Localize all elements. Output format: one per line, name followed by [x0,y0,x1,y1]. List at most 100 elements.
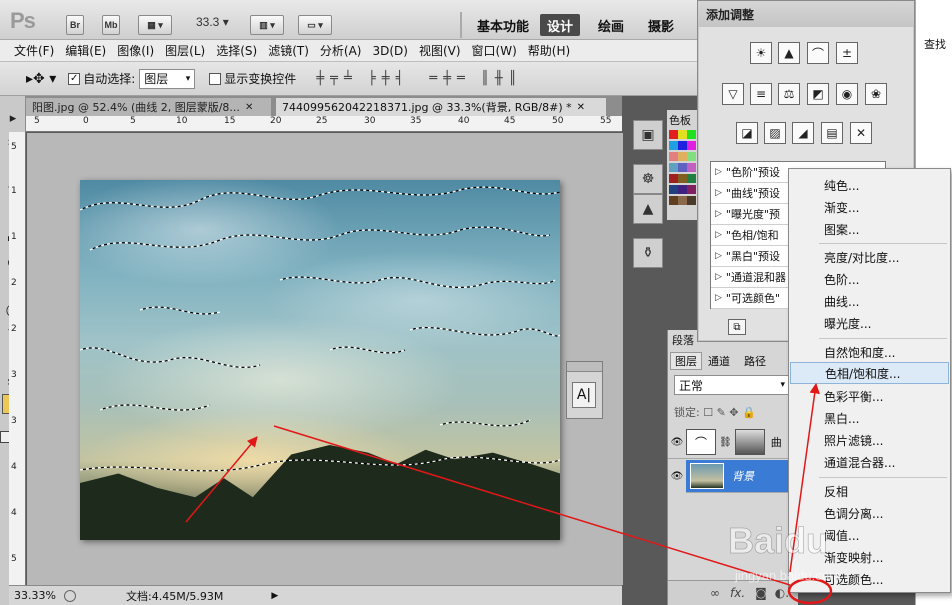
status-arrow-icon[interactable]: ▶ [271,591,278,601]
posterize-icon[interactable]: ▨ [764,122,786,144]
history-icon[interactable]: ▣ [633,120,663,150]
auto-select-dropdown[interactable]: 图层 ▾ [139,68,196,89]
navigator-icon[interactable]: ☸ [633,164,663,194]
hue-saturation-icon[interactable]: ≡ [750,83,772,105]
workspace-design[interactable]: 设计 [540,14,581,36]
selection-marquee [80,186,560,472]
menu-view[interactable]: 视图(V) [419,42,461,59]
menu-item-posterize[interactable]: 色调分离... [790,502,949,524]
blend-mode-dropdown[interactable]: 正常 ▾ [674,375,790,395]
menu-item-curves[interactable]: 曲线... [790,290,949,312]
link-layers-icon[interactable]: ∞ [710,586,720,600]
status-zoom[interactable]: 33.33% [14,589,60,602]
fx-icon[interactable]: fx. [730,586,745,600]
brush-presets-icon[interactable]: ⚱ [633,238,663,268]
move-tool-icon[interactable]: ▸ [3,108,23,128]
menu-item-threshold[interactable]: 阈值... [790,524,949,546]
tab-document-2[interactable]: 744099562042218371.jpg @ 33.3%(背景, RGB/8… [276,98,606,116]
clip-icon[interactable]: ⧉ [728,319,746,335]
menu-item-exposure[interactable]: 曝光度... [790,312,949,334]
divider [460,12,462,38]
vibrance-icon[interactable]: ▽ [722,83,744,105]
tab-document-1[interactable]: 阳图.jpg @ 52.4% (曲线 2, 图层蒙版/8... ✕ [26,98,271,116]
menu-image[interactable]: 图像(I) [117,42,154,59]
menu-item-black-white[interactable]: 黑白... [790,407,949,429]
status-bar: 33.33% 文档:4.45M/5.93M ▶ [9,585,622,605]
document-tabs: 阳图.jpg @ 52.4% (曲线 2, 图层蒙版/8... ✕ 7440995… [26,96,622,116]
menu-item-vibrance[interactable]: 自然饱和度... [790,341,949,363]
exposure-icon[interactable]: ± [836,42,858,64]
new-adjustment-layer-icon[interactable]: ◐. [775,586,789,600]
menu-edit[interactable]: 编辑(E) [65,42,106,59]
menu-item-photo-filter[interactable]: 照片滤镜... [790,429,949,451]
tab-paths[interactable]: 路径 [740,352,770,370]
tab-channels[interactable]: 通道 [704,352,734,370]
view-extras-button[interactable]: ▦ ▾ [138,15,172,35]
menu-separator [819,477,947,478]
auto-select-label: 自动选择: [83,72,136,86]
workspace-painting[interactable]: 绘画 [591,14,631,36]
ruler-tick: 1 [11,186,17,196]
move-tool-icon[interactable]: ▸✥ ▾ [26,71,56,87]
curves-icon[interactable]: ⌒ [807,42,829,64]
color-balance-icon[interactable]: ⚖ [778,83,800,105]
menu-help[interactable]: 帮助(H) [528,42,570,59]
eye-icon[interactable]: 👁 [668,437,686,448]
paragraph-tab[interactable]: 段落 [672,332,694,348]
menu-item-gradient-map[interactable]: 渐变映射... [790,546,949,568]
selective-color-icon[interactable]: ✕ [850,122,872,144]
gradient-map-icon[interactable]: ▤ [821,122,843,144]
add-mask-icon[interactable]: ◙ [755,586,767,600]
menu-item-color-balance[interactable]: 色彩平衡... [790,385,949,407]
minibridge-button[interactable]: Mb [102,15,120,35]
show-transform-label: 显示变换控件 [224,72,297,86]
menu-file[interactable]: 文件(F) [14,42,54,59]
levels-icon[interactable]: ▲ [778,42,800,64]
menu-item-pattern[interactable]: 图案... [790,218,949,240]
tab-layers[interactable]: 图层 [670,352,702,370]
menu-item-hue-saturation[interactable]: 色相/饱和度... [790,362,949,384]
menu-item-invert[interactable]: 反相 [790,480,949,502]
screen-mode-button[interactable]: ▭ ▾ [298,15,332,35]
ruler-tick: 2 [11,324,17,334]
threshold-icon[interactable]: ◢ [792,122,814,144]
menu-window[interactable]: 窗口(W) [472,42,517,59]
menu-item-brightness-contrast[interactable]: 亮度/对比度... [790,246,949,268]
show-transform-checkbox[interactable] [209,72,222,85]
channel-mixer-icon[interactable]: ❀ [865,83,887,105]
invert-icon[interactable]: ◪ [736,122,758,144]
arrange-documents-button[interactable]: ▥ ▾ [250,15,284,35]
menu-item-channel-mixer[interactable]: 通道混合器... [790,451,949,473]
workspace-essentials[interactable]: 基本功能 [470,14,536,36]
bridge-button[interactable]: Br [66,15,84,35]
document-image[interactable] [80,180,560,540]
zoom-level[interactable]: 33.3 ▾ [196,15,229,29]
distribute-icons[interactable]: ═╪═ ║╫║ [429,71,522,86]
tab-label: 744099562042218371.jpg @ 33.3%(背景, RGB/8… [282,101,572,114]
eye-icon[interactable]: 👁 [668,459,686,493]
status-info-icon[interactable] [64,589,76,602]
black-white-icon[interactable]: ◩ [807,83,829,105]
workspace-photography[interactable]: 摄影 [641,14,681,36]
close-icon[interactable]: ✕ [577,102,585,113]
align-icons[interactable]: ╪╤╧ ╞╪╡ [316,71,409,86]
menu-layer[interactable]: 图层(L) [165,42,205,59]
menu-item-solid-color[interactable]: 纯色... [790,174,949,196]
brightness-icon[interactable]: ☀ [750,42,772,64]
menu-item-gradient[interactable]: 渐变... [790,196,949,218]
character-panel-mini[interactable]: A| [566,361,603,419]
layer-row[interactable]: 👁 背景 [668,459,798,493]
menu-filter[interactable]: 滤镜(T) [268,42,309,59]
photo-filter-icon[interactable]: ◉ [836,83,858,105]
menu-3d[interactable]: 3D(D) [372,44,407,58]
layer-row[interactable]: 👁 ⌒ ⛓ 曲 [668,426,798,459]
close-icon[interactable]: ✕ [245,102,253,113]
swatches-title: 色板 [669,114,691,127]
character-icon[interactable]: A| [572,382,596,408]
auto-select-checkbox[interactable]: ✓ [68,72,81,85]
menu-analysis[interactable]: 分析(A) [320,42,362,59]
menu-item-selective-color[interactable]: 可选颜色... [790,568,949,590]
menu-select[interactable]: 选择(S) [216,42,257,59]
menu-item-levels[interactable]: 色阶... [790,268,949,290]
histogram-icon[interactable]: ▲ [633,194,663,224]
